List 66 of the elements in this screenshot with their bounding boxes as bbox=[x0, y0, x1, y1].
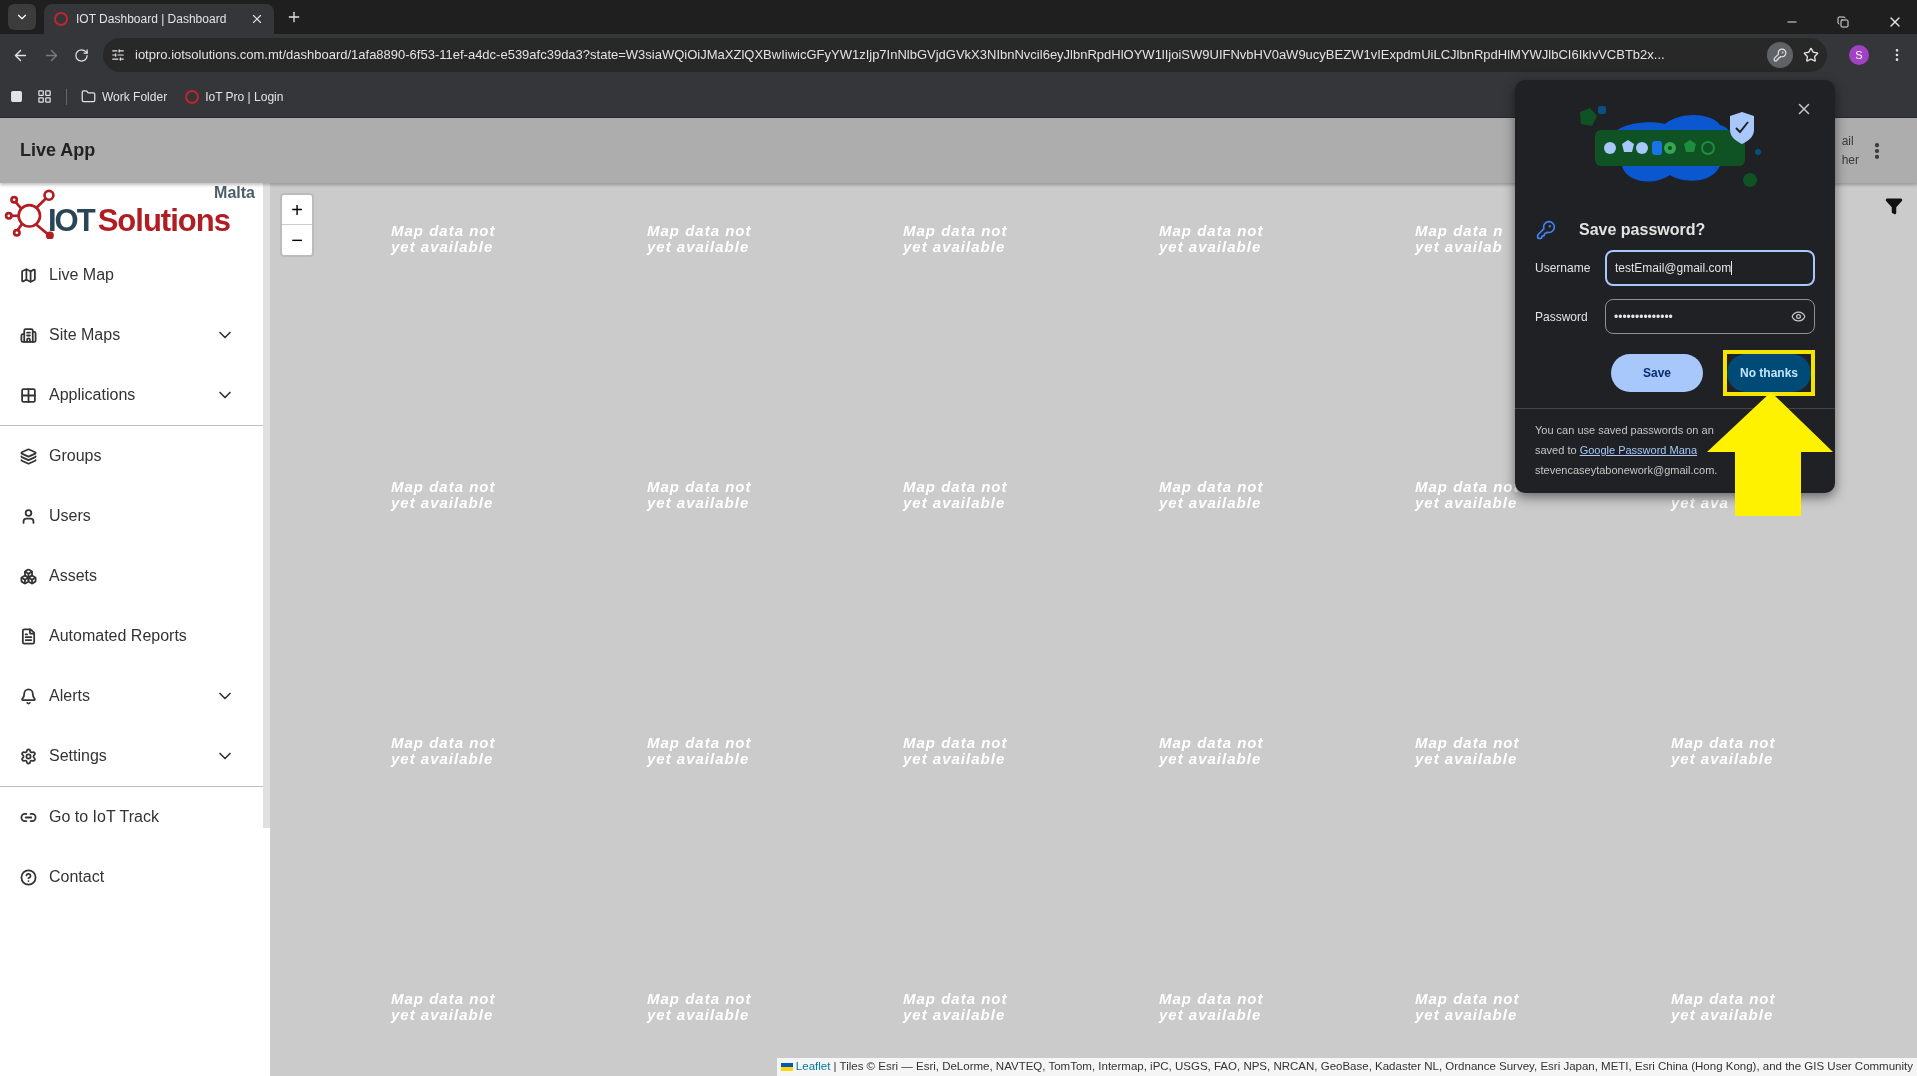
nav-item[interactable]: Live Map bbox=[49, 263, 235, 287]
leaflet-link[interactable]: Leaflet bbox=[795, 1060, 831, 1073]
logo-region: Malta bbox=[214, 185, 255, 201]
profile-avatar[interactable]: S bbox=[1849, 45, 1869, 65]
field-label: Password bbox=[1535, 308, 1589, 326]
dialog-title: Save password? bbox=[1579, 220, 1706, 240]
header-text: ail bbox=[1841, 132, 1855, 150]
header-title: Live App bbox=[20, 139, 97, 162]
filter-icon[interactable] bbox=[1885, 197, 1903, 215]
bookmark-star-icon[interactable] bbox=[1803, 47, 1819, 63]
nav-item[interactable]: Applications bbox=[49, 383, 215, 407]
footer-text: You can use saved passwords on an bbox=[1535, 423, 1715, 438]
square-icon[interactable] bbox=[10, 90, 23, 103]
nav-item[interactable]: Settings bbox=[49, 744, 215, 768]
password-field[interactable]: •••••••••••••• bbox=[1605, 299, 1815, 334]
eye-icon[interactable] bbox=[1791, 309, 1806, 324]
site-settings-icon[interactable] bbox=[111, 48, 125, 62]
bookmark-item[interactable]: Work Folder bbox=[81, 87, 172, 106]
nav-item[interactable]: Contact bbox=[49, 865, 235, 889]
browser-tab[interactable]: IOT Dashboard | Dashboard bbox=[44, 4, 274, 34]
new-tab-icon[interactable] bbox=[286, 9, 302, 25]
nav-item[interactable]: Groups bbox=[49, 444, 235, 468]
field-label: Username bbox=[1535, 260, 1592, 277]
document-icon bbox=[20, 627, 37, 645]
nav-item[interactable]: Go to IoT Track bbox=[49, 805, 235, 829]
zoom-in-button[interactable]: + bbox=[282, 195, 312, 225]
footer-text: saved to Google Password Mana bbox=[1535, 443, 1699, 458]
bell-icon bbox=[20, 687, 37, 705]
help-icon bbox=[20, 868, 37, 886]
footer-text: stevencaseytabonework@gmail.com. bbox=[1535, 463, 1718, 478]
site-favicon-icon bbox=[54, 12, 68, 26]
map-icon bbox=[20, 266, 37, 284]
building-icon bbox=[20, 326, 37, 344]
user-icon bbox=[20, 507, 37, 525]
apps-icon[interactable] bbox=[37, 89, 52, 104]
nav-item[interactable]: Assets bbox=[49, 564, 235, 588]
logo-name: Solutions bbox=[97, 204, 230, 236]
tab-list-button[interactable] bbox=[8, 4, 36, 30]
key-icon[interactable] bbox=[1767, 42, 1793, 68]
zoom-out-button[interactable]: − bbox=[282, 225, 312, 255]
header-text: her bbox=[1841, 151, 1859, 169]
grid-icon bbox=[20, 386, 37, 404]
bookmark-item[interactable]: IoT Pro | Login bbox=[185, 87, 288, 106]
flag-icon bbox=[780, 1063, 793, 1071]
nav-item[interactable]: Alerts bbox=[49, 684, 215, 708]
close-icon[interactable] bbox=[250, 12, 264, 26]
gear-icon bbox=[20, 747, 37, 765]
boxes-icon bbox=[20, 567, 37, 585]
restore-icon[interactable] bbox=[1837, 16, 1849, 28]
logo-prefix: IOT bbox=[48, 204, 94, 236]
reload-icon[interactable] bbox=[74, 47, 89, 63]
address-bar[interactable] bbox=[103, 38, 1827, 72]
nav-item[interactable]: Users bbox=[49, 504, 235, 528]
password-manager-link[interactable]: Google Password Mana bbox=[1579, 444, 1698, 456]
nav-item[interactable]: Automated Reports bbox=[49, 624, 235, 648]
dialog-button[interactable]: Save bbox=[1611, 354, 1703, 392]
site-favicon-icon bbox=[185, 89, 200, 104]
nav-item[interactable]: Site Maps bbox=[49, 323, 215, 347]
tab-title: IOT Dashboard | Dashboard bbox=[76, 11, 228, 28]
layers-icon bbox=[20, 447, 37, 465]
username-field[interactable]: testEmail@gmail.com bbox=[1605, 250, 1815, 286]
url-text: iotpro.iotsolutions.com.mt/dashboard/1afa8890-6f53-11ef-a4dc-e539afc39da3?state=W3siaWQiOiJMaXZlQXBwIiwicGFyYW1zIjp7InNlbGVjdGVkX3NIbnNvcil6eyJlbnRpdHlOYW1lIjoiSW9UIFNvbHV0aW9ucyBEZW1vIExpdmUiLCJlbnRpdHlMYWJlbCI6IklvVCBTb2x... bbox=[135, 46, 1666, 65]
attribution-text: Leaflet | Tiles © Esri — Esri, DeLorme, NAVTEQ, TomTom, Intermap, iPC, USGS, FAO, NPS, NRCAN, GeoBase, Kadaster NL, Ordnance Survey, Esri Japan, METI, Esri China (Hong Kong), and the GIS User Community bbox=[795, 1059, 1913, 1075]
folder-icon bbox=[81, 89, 96, 104]
key-icon bbox=[1535, 220, 1557, 240]
dialog-button[interactable]: No thanks bbox=[1727, 354, 1811, 392]
